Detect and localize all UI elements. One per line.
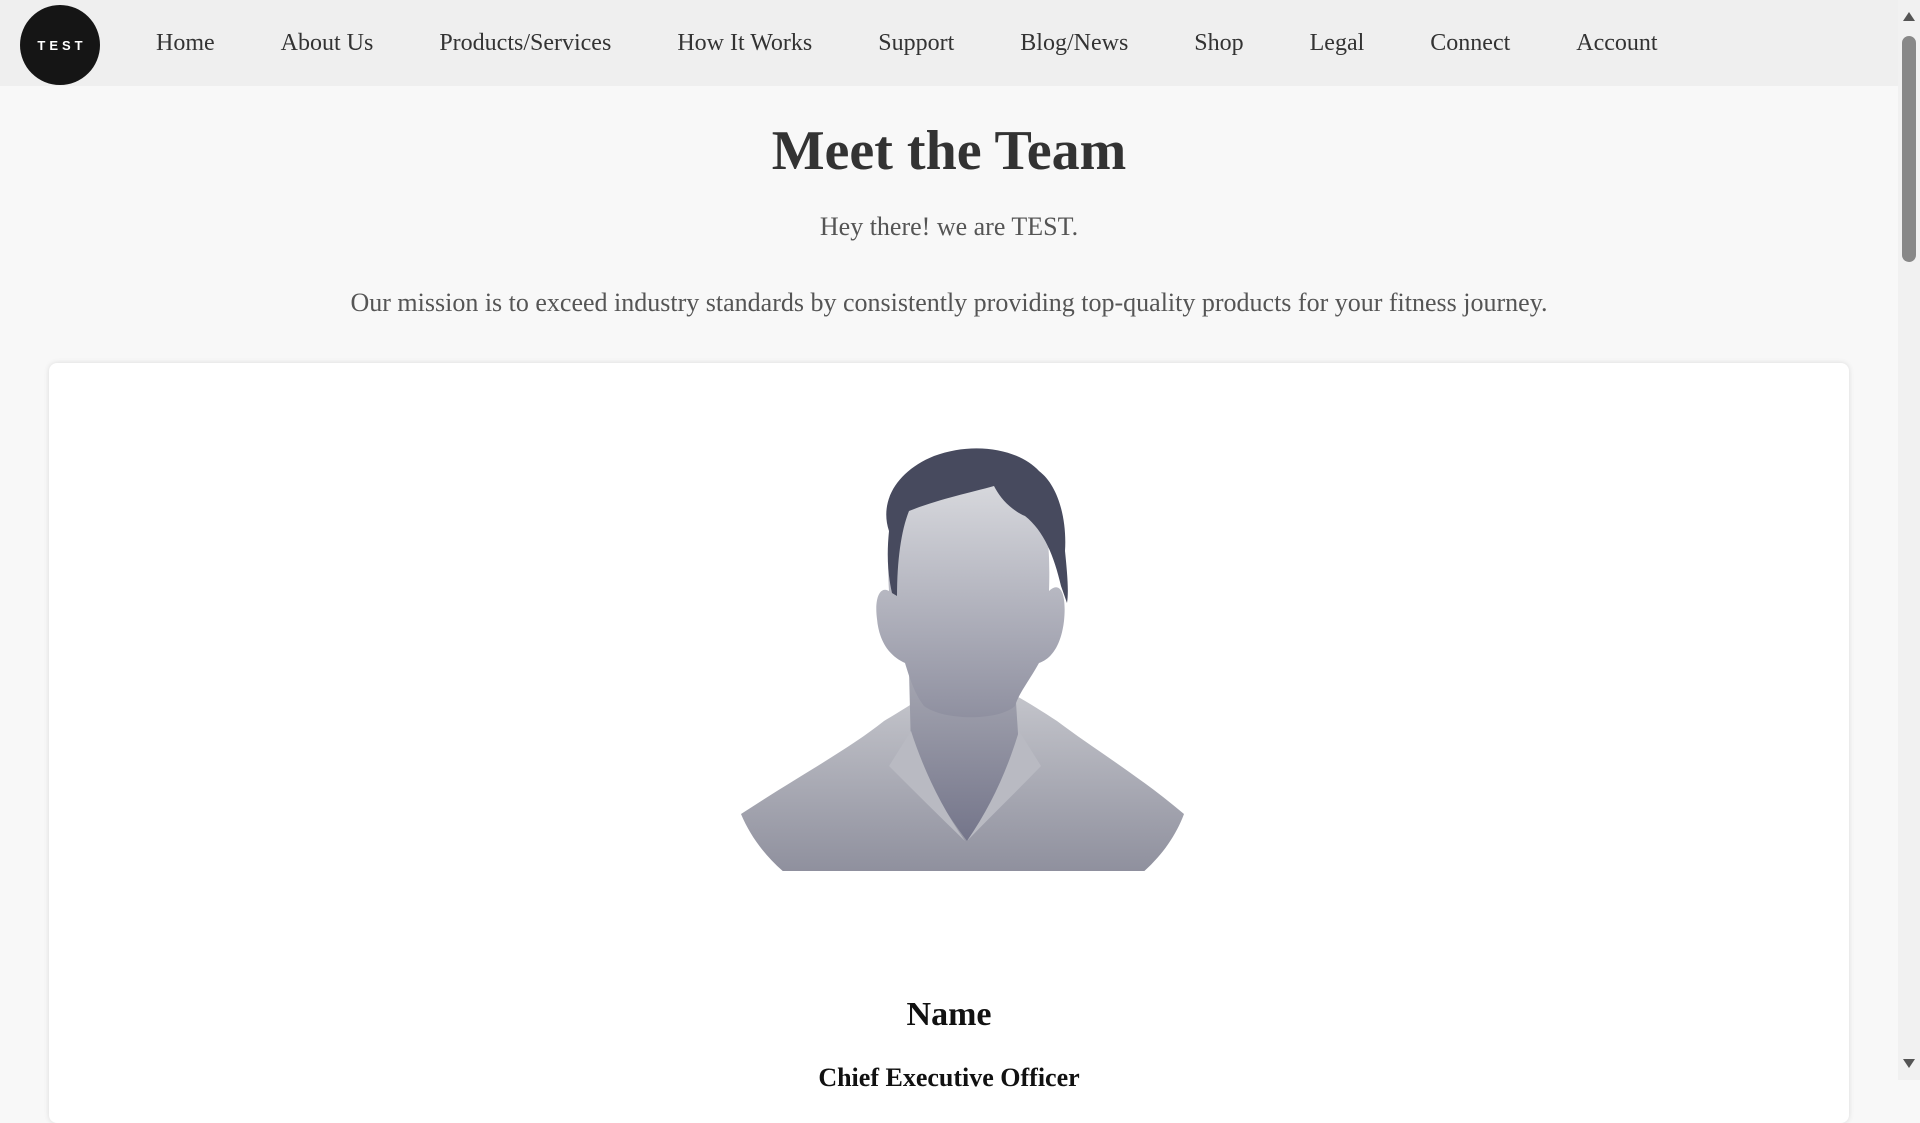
- person-silhouette-icon: [741, 448, 1184, 871]
- team-member-card: Name Chief Executive Officer: [49, 363, 1849, 1123]
- top-navbar: TEST Home About Us Products/Services How…: [0, 0, 1898, 86]
- logo-text: TEST: [37, 37, 87, 53]
- vertical-scrollbar[interactable]: [1898, 0, 1920, 1080]
- nav-how-it-works[interactable]: How It Works: [677, 30, 812, 57]
- nav-account[interactable]: Account: [1576, 30, 1657, 57]
- logo[interactable]: TEST: [20, 5, 100, 85]
- intro-text: Hey there! we are TEST.: [819, 212, 1079, 241]
- nav-blog-news[interactable]: Blog/News: [1020, 30, 1128, 57]
- scrollbar-thumb[interactable]: [1902, 36, 1916, 262]
- page-title: Meet the Team: [771, 120, 1127, 182]
- nav-about-us[interactable]: About Us: [281, 30, 374, 57]
- scroll-down-arrow-icon[interactable]: [1903, 1059, 1915, 1068]
- nav-support[interactable]: Support: [878, 30, 954, 57]
- nav-home[interactable]: Home: [156, 30, 215, 57]
- scroll-up-arrow-icon[interactable]: [1903, 12, 1915, 21]
- nav-products-services[interactable]: Products/Services: [439, 30, 611, 57]
- nav-connect[interactable]: Connect: [1430, 30, 1510, 57]
- member-role: Chief Executive Officer: [818, 1063, 1080, 1092]
- nav-legal[interactable]: Legal: [1310, 30, 1365, 57]
- nav-shop[interactable]: Shop: [1194, 30, 1243, 57]
- mission-statement: Our mission is to exceed industry standa…: [350, 288, 1548, 317]
- main-nav: Home About Us Products/Services How It W…: [156, 0, 1658, 86]
- member-name: Name: [906, 996, 992, 1033]
